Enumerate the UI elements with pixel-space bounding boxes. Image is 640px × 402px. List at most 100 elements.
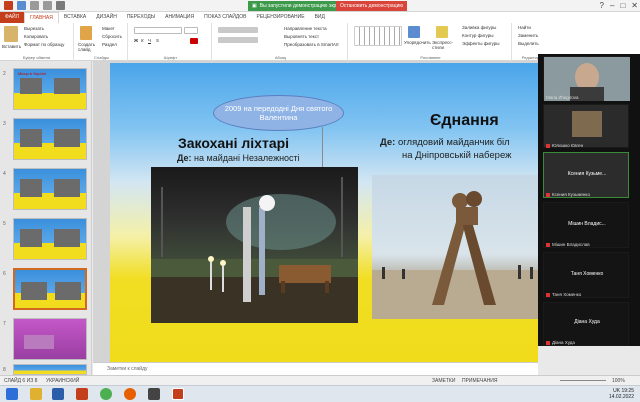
- paste-button[interactable]: Вставить: [2, 44, 21, 49]
- powerpoint-active-icon[interactable]: [172, 388, 184, 400]
- participant-name: Мішин Владислав: [552, 242, 590, 247]
- firefox-icon[interactable]: [124, 388, 136, 400]
- reset-button[interactable]: Сбросить: [102, 34, 122, 39]
- lovers-lanterns-photo[interactable]: [151, 167, 358, 323]
- screen-share-icon: ▣: [252, 3, 257, 9]
- font-group: Ж К Ч S Шрифт: [130, 23, 212, 61]
- align-text-button[interactable]: Выровнять текст: [284, 34, 319, 39]
- thumbnail-slide-8[interactable]: [13, 364, 87, 375]
- participant-tile-text[interactable]: Діана Худа Діана Худа: [543, 302, 629, 346]
- maximize-button[interactable]: □: [620, 0, 625, 12]
- layout-button[interactable]: Макет: [102, 26, 115, 31]
- arrange-button[interactable]: Упорядочить: [404, 40, 431, 45]
- thumb-number: 8: [3, 367, 6, 373]
- start-slideshow-icon[interactable]: [56, 1, 65, 10]
- thumbnail-slide-7[interactable]: [13, 318, 87, 360]
- tab-view[interactable]: ВИД: [310, 12, 330, 23]
- thumbnail-slide-5[interactable]: [13, 218, 87, 260]
- save-icon[interactable]: [17, 1, 26, 10]
- shapes-gallery[interactable]: [354, 26, 402, 46]
- replace-button[interactable]: Заменить: [518, 33, 538, 38]
- strikethrough-button[interactable]: S: [156, 38, 159, 43]
- tab-slideshow[interactable]: ПОКАЗ СЛАЙДОВ: [199, 12, 251, 23]
- tab-file[interactable]: ФАЙЛ: [0, 12, 24, 23]
- section-button[interactable]: Раздел: [102, 42, 117, 47]
- underline-button[interactable]: Ч: [148, 38, 151, 43]
- quick-styles-icon[interactable]: [436, 26, 448, 38]
- tab-design[interactable]: ДИЗАЙН: [91, 12, 122, 23]
- copy-button[interactable]: Копировать: [24, 34, 48, 39]
- where-label: Де:: [380, 137, 396, 148]
- app-icon[interactable]: [148, 388, 160, 400]
- new-slide-icon[interactable]: [80, 26, 92, 40]
- thumb-image: [54, 179, 80, 197]
- participant-tile-text[interactable]: Ксения Кузьме... Ксения Кузьменко: [543, 152, 629, 198]
- paste-icon[interactable]: [4, 26, 18, 42]
- participant-name: Таня Хоменко: [546, 292, 581, 297]
- help-button[interactable]: ?: [600, 0, 604, 12]
- thumbnail-slide-3[interactable]: [13, 118, 87, 160]
- thumbnail-slide-4[interactable]: [13, 168, 87, 210]
- slide-subtitle-right[interactable]: Де: оглядовий майданчик біл: [380, 137, 510, 148]
- tab-transitions[interactable]: ПЕРЕХОДЫ: [122, 12, 160, 23]
- zoom-slider[interactable]: [560, 380, 606, 381]
- explorer-icon[interactable]: [30, 388, 42, 400]
- new-slide-button[interactable]: Создать слайд: [78, 42, 100, 52]
- thumb-number: 6: [3, 271, 6, 277]
- participant-tile-text[interactable]: Таня Хоменко Таня Хоменко: [543, 252, 629, 298]
- word-icon[interactable]: [52, 388, 64, 400]
- font-color-icon[interactable]: [190, 38, 198, 44]
- list-buttons-icon[interactable]: [218, 27, 258, 33]
- participant-tile-text[interactable]: Мішин Владис... Мішин Владислав: [543, 202, 629, 248]
- find-button[interactable]: Найти: [518, 25, 531, 30]
- align-buttons-icon[interactable]: [218, 37, 258, 43]
- effects-button[interactable]: Эффекты фигуры: [462, 41, 500, 46]
- smartart-button[interactable]: Преобразовать в SmartArt: [284, 42, 339, 47]
- fill-button[interactable]: Заливка фигуры: [462, 25, 496, 30]
- thumb-image: [54, 78, 80, 94]
- text-direction-button[interactable]: Направление текста: [284, 26, 327, 31]
- tab-home[interactable]: ГЛАВНАЯ: [23, 12, 59, 23]
- font-size-select[interactable]: [184, 27, 198, 34]
- powerpoint-icon[interactable]: [76, 388, 88, 400]
- date-oval-callout[interactable]: 2009 на передодні Дня святого Валентина: [213, 95, 344, 131]
- slide-subtitle-left[interactable]: Де: на майдані Незалежності: [177, 153, 300, 163]
- outline-button[interactable]: Контур фигуры: [462, 33, 493, 38]
- minimize-button[interactable]: –: [610, 0, 614, 12]
- thumb-image: [20, 78, 42, 94]
- format-painter-button[interactable]: Формат по образцу: [24, 42, 64, 47]
- italic-button[interactable]: К: [141, 38, 144, 43]
- undo-icon[interactable]: [30, 1, 39, 10]
- stop-share-button[interactable]: Остановить демонстрацию: [336, 1, 408, 11]
- slide-thumbnails-pane[interactable]: 2 Місця в Україні 3 4 5 6 7 8: [0, 61, 92, 375]
- participant-name: Ксения Кузьменко: [546, 192, 590, 197]
- tab-insert[interactable]: ВСТАВКА: [59, 12, 91, 23]
- start-icon[interactable]: [6, 388, 18, 400]
- tab-review[interactable]: РЕЦЕНЗИРОВАНИЕ: [251, 12, 309, 23]
- participant-tile-camera[interactable]: Maria Zhegirova: [543, 56, 630, 101]
- slide-heading-right[interactable]: Єднання: [430, 112, 499, 130]
- paragraph-group: Направление текста Выровнять текст Преоб…: [214, 23, 348, 61]
- bold-button[interactable]: Ж: [134, 38, 138, 43]
- ribbon-tabs: ФАЙЛ ГЛАВНАЯ ВСТАВКА ДИЗАЙН ПЕРЕХОДЫ АНИ…: [0, 12, 640, 23]
- font-family-select[interactable]: [134, 27, 182, 34]
- thumbnail-slide-6-selected[interactable]: [13, 268, 87, 310]
- close-button[interactable]: ✕: [631, 0, 638, 12]
- taskbar: UK 19:25 14.02.2022: [0, 385, 640, 402]
- slide-heading-left[interactable]: Закохані ліхтарі: [178, 135, 289, 151]
- thumb-image: [20, 129, 42, 147]
- cut-button[interactable]: Вырезать: [24, 26, 44, 31]
- unity-sculpture-photo[interactable]: [372, 175, 543, 319]
- thumbnail-slide-2[interactable]: Місця в Україні: [13, 68, 87, 110]
- quick-styles-button[interactable]: Экспресс-стили: [432, 40, 454, 50]
- participant-display-name: Мішин Владис...: [568, 221, 606, 227]
- notes-pane[interactable]: Заметки к слайду: [93, 362, 538, 375]
- tab-animation[interactable]: АНИМАЦИЯ: [160, 12, 199, 23]
- chrome-icon[interactable]: [100, 388, 112, 400]
- select-button[interactable]: Выделить: [518, 41, 539, 46]
- slide-subtitle-right-line2[interactable]: на Дніпровській набереж: [402, 150, 512, 161]
- arrange-icon[interactable]: [408, 26, 420, 38]
- system-tray[interactable]: UK 19:25 14.02.2022: [609, 388, 634, 400]
- redo-icon[interactable]: [43, 1, 52, 10]
- participant-tile-photo[interactable]: Юлошко Євген: [543, 104, 629, 148]
